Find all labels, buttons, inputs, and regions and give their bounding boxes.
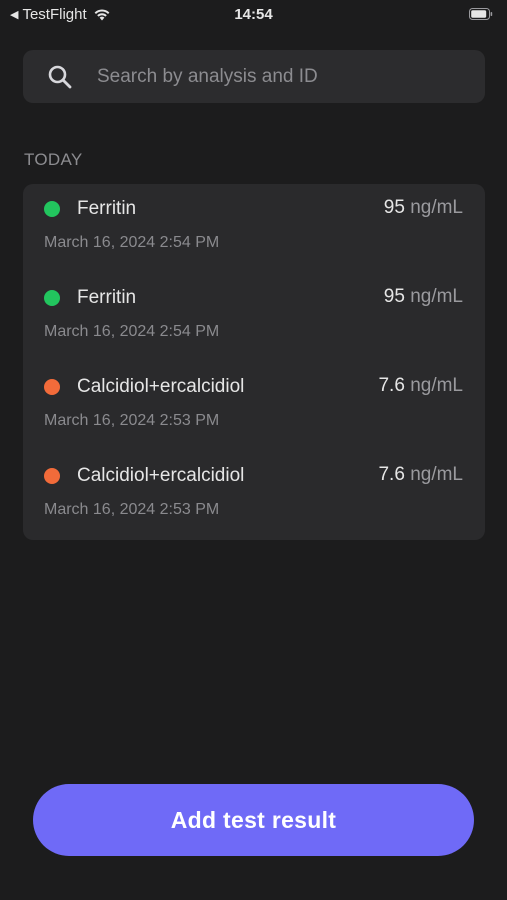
result-value: 95 ng/mL bbox=[384, 286, 463, 308]
section-header-today: TODAY bbox=[24, 150, 83, 169]
list-item[interactable]: Ferritin 95 ng/mL March 16, 2024 2:54 PM bbox=[23, 184, 485, 273]
value-number: 7.6 bbox=[378, 375, 405, 396]
status-dot bbox=[44, 201, 60, 217]
value-unit: ng/mL bbox=[410, 286, 463, 307]
analysis-name: Calcidiol+ercalcidiol bbox=[77, 465, 245, 486]
list-item[interactable]: Ferritin 95 ng/mL March 16, 2024 2:54 PM bbox=[23, 273, 485, 362]
result-value: 7.6 ng/mL bbox=[378, 375, 463, 397]
value-number: 95 bbox=[383, 197, 405, 218]
analysis-name: Ferritin bbox=[77, 287, 137, 308]
result-date: March 16, 2024 2:53 PM bbox=[44, 501, 220, 518]
result-date: March 16, 2024 2:54 PM bbox=[44, 323, 220, 340]
value-number: 95 bbox=[383, 286, 405, 307]
status-dot bbox=[44, 379, 60, 395]
battery-icon bbox=[469, 8, 493, 20]
search-bar[interactable] bbox=[23, 50, 485, 103]
status-bar: ◀ TestFlight 14:54 bbox=[0, 0, 507, 32]
value-unit: ng/mL bbox=[410, 197, 463, 218]
search-input[interactable] bbox=[97, 65, 457, 88]
value-number: 7.6 bbox=[378, 464, 405, 485]
result-value: 95 ng/mL bbox=[384, 197, 463, 219]
result-date: March 16, 2024 2:53 PM bbox=[44, 412, 220, 429]
value-unit: ng/mL bbox=[410, 375, 463, 396]
status-dot bbox=[44, 468, 60, 484]
add-test-result-button[interactable]: Add test result bbox=[33, 784, 474, 856]
results-list: Ferritin 95 ng/mL March 16, 2024 2:54 PM… bbox=[23, 184, 485, 540]
search-icon bbox=[48, 65, 72, 88]
list-item[interactable]: Calcidiol+ercalcidiol 7.6 ng/mL March 16… bbox=[23, 451, 485, 540]
status-dot bbox=[44, 290, 60, 306]
analysis-name: Calcidiol+ercalcidiol bbox=[77, 376, 245, 397]
status-time: 14:54 bbox=[234, 6, 273, 23]
result-date: March 16, 2024 2:54 PM bbox=[44, 234, 220, 251]
value-unit: ng/mL bbox=[410, 464, 463, 485]
result-value: 7.6 ng/mL bbox=[378, 464, 463, 486]
list-item[interactable]: Calcidiol+ercalcidiol 7.6 ng/mL March 16… bbox=[23, 362, 485, 451]
analysis-name: Ferritin bbox=[77, 198, 137, 219]
